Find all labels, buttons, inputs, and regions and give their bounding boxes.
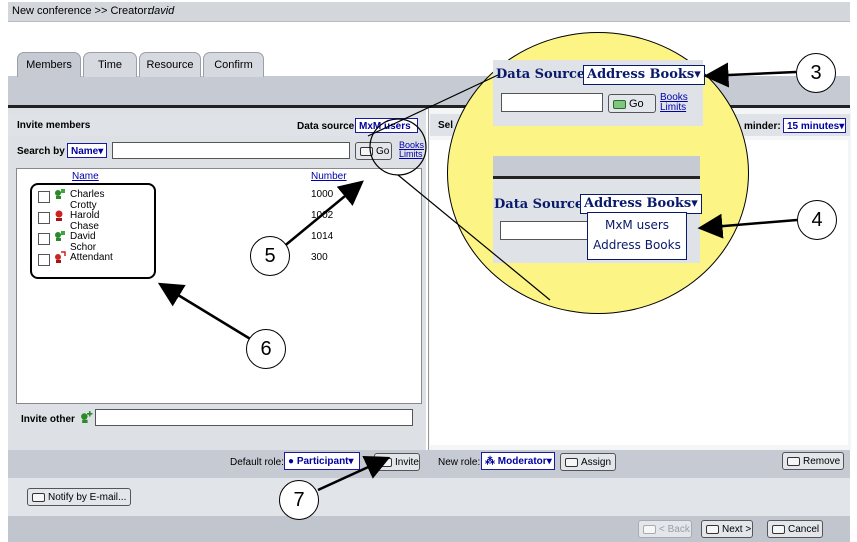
callout-7: 7 [279,480,319,520]
search-input[interactable] [112,142,350,159]
selected-heading: Sel [438,120,454,131]
title-creator: david [148,5,175,17]
button-icon [613,99,626,109]
search-by-dropdown[interactable]: Name▾ [67,143,107,158]
button-icon [706,524,719,534]
default-role-dropdown[interactable]: ● Participant▾ [284,452,360,470]
button-icon [787,456,800,466]
person-add-icon[interactable] [80,410,93,423]
data-source-label: Data source: [297,121,358,132]
notify-email-button[interactable]: Notify by E-mail... [27,488,131,506]
member-number: 1000 [311,189,334,200]
assign-button[interactable]: Assign [560,453,616,471]
option-mxm-users[interactable]: MxM users [588,213,686,232]
button-icon [565,457,578,467]
invite-other-input[interactable] [95,409,413,426]
new-role-label: New role: [438,457,481,468]
limits-link[interactable]: Limits [399,150,424,159]
magnifier-ds-dropdown-bottom[interactable]: Address Books▾ [580,194,702,214]
invite-button[interactable]: Invite [374,453,420,471]
column-number-header[interactable]: Number [311,172,347,182]
magnifier-search-input[interactable] [501,93,603,112]
callout-3: 3 [796,53,836,93]
callout-5: 5 [250,236,290,276]
tab-time[interactable]: Time [83,52,137,77]
next-button[interactable]: Next > [701,520,753,538]
button-icon [643,524,656,534]
tab-resource[interactable]: Resource [139,52,201,77]
magnifier-links: Books Limits [660,93,688,113]
reminder-label: minder: [744,121,781,132]
tab-confirm[interactable]: Confirm [203,52,264,77]
button-icon [772,524,785,534]
magnifier-ds-dropdown-top[interactable]: Address Books▾ [583,65,705,85]
go-button[interactable]: Go [355,142,392,160]
magnifier-go-button[interactable]: Go [608,94,656,113]
magnifier-limits-link[interactable]: Limits [660,103,688,113]
members-highlight [30,183,156,279]
magnifier-search-input-bottom[interactable] [500,221,590,240]
notify-bar [8,478,850,516]
remove-button[interactable]: Remove [782,452,844,470]
magnifier-band [493,156,700,176]
callout-6: 6 [246,329,286,369]
back-button[interactable]: < Back [638,520,692,538]
column-name-header[interactable]: Name [72,172,99,182]
callout-4: 4 [797,200,837,240]
tab-members[interactable]: Members [17,52,81,77]
button-icon [379,457,392,467]
action-bar [8,450,850,478]
data-source-dropdown[interactable]: MxM users [355,118,418,133]
books-limits-links: Books Limits [399,141,424,159]
magnifier-options-menu[interactable]: MxM users Address Books [587,212,687,260]
option-address-books[interactable]: Address Books [588,232,686,252]
button-icon [360,146,373,156]
cancel-button[interactable]: Cancel [767,520,823,538]
magnifier-ds-label-bottom: Data Source: [494,197,588,212]
member-number: 1014 [311,231,334,242]
invite-heading: Invite members [17,120,91,131]
new-role-dropdown[interactable]: ⁂ Moderator▾ [481,452,555,470]
button-icon [32,492,45,502]
title-bar: New conference >> Creator: david [8,2,850,22]
search-by-label: Search by [17,146,65,157]
reminder-dropdown[interactable]: 15 minutes▾ [783,118,846,133]
member-number: 300 [311,252,328,263]
default-role-label: Default role: [230,457,284,468]
invite-other-label: Invite other [21,414,75,425]
magnifier-ds-label-top: Data Source: [496,67,590,82]
member-number: 1002 [311,210,334,221]
title-prefix: New conference >> Creator: [12,5,151,17]
